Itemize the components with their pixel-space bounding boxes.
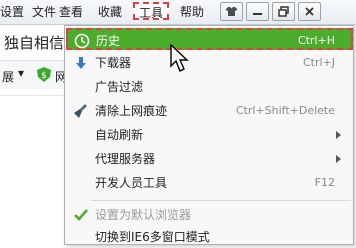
menu-item-shortcut: Ctrl+J: [302, 56, 335, 69]
menu-favorites[interactable]: 收藏: [98, 5, 122, 19]
menu-tools[interactable]: 工具: [133, 2, 170, 20]
menu-item-label: 自动刷新: [95, 128, 144, 142]
menu-view[interactable]: 查看: [59, 5, 83, 19]
menu-item-ad-filter[interactable]: 广告过滤: [67, 76, 351, 98]
menu-item-shortcut: F12: [314, 176, 335, 189]
menu-file[interactable]: 文件: [32, 5, 56, 19]
menu-item-proxy-server[interactable]: 代理服务器: [67, 148, 351, 170]
mouse-cursor-icon: [170, 44, 189, 72]
menu-item-history[interactable]: 历史 Ctrl+H: [66, 28, 353, 50]
broom-icon: [74, 104, 87, 118]
close-button[interactable]: [298, 2, 321, 21]
menu-item-developer-tools[interactable]: 开发人员工具 F12: [67, 172, 351, 194]
skin-shirt-button[interactable]: [220, 2, 243, 21]
close-icon: [305, 7, 314, 16]
menu-item-label: 广告过滤: [95, 80, 144, 94]
restore-icon: [278, 6, 289, 17]
menu-help[interactable]: 帮助: [180, 5, 204, 19]
submenu-arrow-icon: [336, 155, 341, 163]
menu-item-label: 下载器: [95, 56, 132, 70]
submenu-arrow-icon: [336, 131, 341, 139]
browser-tab-title[interactable]: 独自相信: [0, 30, 70, 57]
svg-text:$: $: [41, 71, 47, 81]
minimize-button[interactable]: [246, 2, 269, 21]
menu-item-set-default-browser[interactable]: 设置为默认浏览器: [67, 204, 351, 226]
clock-icon: [74, 33, 90, 49]
menu-item-label: 清除上网痕迹: [95, 104, 168, 118]
menu-settings[interactable]: 设置: [0, 5, 24, 19]
menu-item-shortcut: Ctrl+Shift+Delete: [235, 104, 335, 117]
checkmark-icon: [74, 209, 88, 221]
menu-item-auto-refresh[interactable]: 自动刷新: [67, 124, 351, 146]
menu-item-label: 设置为默认浏览器: [95, 208, 192, 222]
menu-item-shortcut: Ctrl+H: [297, 34, 335, 47]
menu-bar: 设置 文件 查看 收藏 工具 帮助: [0, 0, 356, 25]
tools-dropdown-menu: 历史 Ctrl+H 下载器 Ctrl+J 广告过滤 清除上网痕迹 Ctrl+Sh…: [64, 25, 354, 245]
menu-item-label: 历史: [96, 34, 121, 48]
menu-item-clear-history[interactable]: 清除上网痕迹 Ctrl+Shift+Delete: [67, 100, 351, 122]
download-arrow-icon: [76, 57, 86, 69]
menu-item-label: 开发人员工具: [95, 176, 168, 190]
divider: [0, 95, 66, 96]
menu-separator: [91, 200, 351, 201]
minimize-icon: [253, 13, 262, 15]
toolbar-strip: 展 ▾ $ 网: [0, 60, 67, 89]
shield-icon: $: [37, 67, 51, 82]
restore-button[interactable]: [272, 2, 295, 21]
menu-item-downloader[interactable]: 下载器 Ctrl+J: [67, 52, 351, 74]
shirt-icon: [225, 7, 238, 16]
toolbar-expand-label[interactable]: 展: [2, 68, 14, 85]
menu-item-label: 代理服务器: [95, 152, 156, 166]
toolbar-arrow-icon[interactable]: ▾: [18, 66, 24, 80]
